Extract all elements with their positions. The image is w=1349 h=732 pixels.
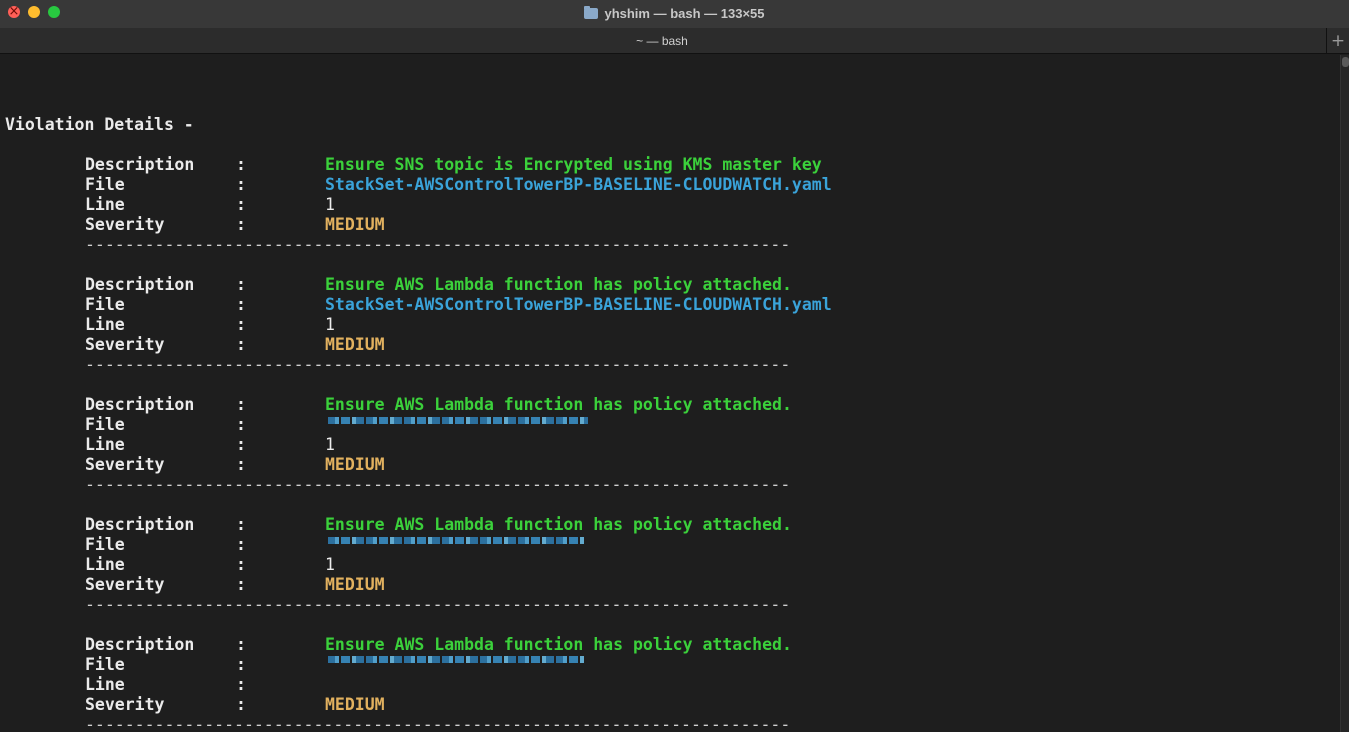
minimize-window-button[interactable] bbox=[28, 6, 40, 18]
severity-label: Severity bbox=[85, 455, 165, 474]
severity-value: MEDIUM bbox=[325, 695, 385, 714]
description-value: Ensure AWS Lambda function has policy at… bbox=[325, 395, 792, 414]
severity-value: MEDIUM bbox=[325, 335, 385, 354]
colon: : bbox=[236, 435, 246, 454]
severity-value: MEDIUM bbox=[325, 575, 385, 594]
file-label: File bbox=[85, 175, 125, 194]
colon: : bbox=[236, 215, 246, 234]
violation-entry: Description : Ensure AWS Lambda function… bbox=[0, 395, 1340, 515]
severity-label: Severity bbox=[85, 575, 165, 594]
window-title: yhshim — bash — 133×55 bbox=[0, 0, 1349, 26]
file-label: File bbox=[85, 535, 125, 554]
description-label: Description bbox=[85, 275, 195, 294]
file-value: StackSet-AWSControlTowerBP-BASELINE-CLOU… bbox=[325, 295, 832, 314]
violation-entry: Description : Ensure AWS Lambda function… bbox=[0, 275, 1340, 395]
colon: : bbox=[236, 535, 246, 554]
separator-line: ----------------------------------------… bbox=[85, 715, 791, 732]
colon: : bbox=[236, 515, 246, 534]
colon: : bbox=[236, 455, 246, 474]
colon: : bbox=[236, 295, 246, 314]
severity-value: MEDIUM bbox=[325, 215, 385, 234]
colon: : bbox=[236, 555, 246, 574]
scrollbar-thumb[interactable] bbox=[1342, 57, 1349, 67]
tab-label: ~ — bash bbox=[636, 33, 688, 48]
colon: : bbox=[236, 175, 246, 194]
colon: : bbox=[236, 575, 246, 594]
redacted-file-value bbox=[328, 417, 588, 424]
description-label: Description bbox=[85, 635, 195, 654]
colon: : bbox=[236, 195, 246, 214]
colon: : bbox=[236, 335, 246, 354]
colon: : bbox=[236, 675, 246, 694]
window-title-text: yhshim — bash — 133×55 bbox=[604, 5, 765, 21]
line-label: Line bbox=[85, 555, 125, 574]
description-value: Ensure AWS Lambda function has policy at… bbox=[325, 275, 792, 294]
close-window-button[interactable] bbox=[8, 3, 20, 20]
separator-line: ----------------------------------------… bbox=[85, 595, 791, 614]
colon: : bbox=[236, 415, 246, 434]
description-label: Description bbox=[85, 515, 195, 534]
description-label: Description bbox=[85, 155, 195, 174]
line-value: 1 bbox=[325, 315, 335, 334]
redacted-file-value bbox=[328, 537, 584, 544]
description-value: Ensure AWS Lambda function has policy at… bbox=[325, 515, 792, 534]
violation-entry: Description : Ensure AWS Lambda function… bbox=[0, 635, 1340, 732]
severity-label: Severity bbox=[85, 335, 165, 354]
description-value: Ensure SNS topic is Encrypted using KMS … bbox=[325, 155, 822, 174]
colon: : bbox=[236, 315, 246, 334]
line-label: Line bbox=[85, 195, 125, 214]
line-label: Line bbox=[85, 315, 125, 334]
colon: : bbox=[236, 635, 246, 654]
description-value: Ensure AWS Lambda function has policy at… bbox=[325, 635, 792, 654]
violation-entry: Description : Ensure SNS topic is Encryp… bbox=[0, 155, 1340, 275]
terminal-output[interactable]: Violation Details - Description : Ensure… bbox=[0, 55, 1340, 732]
line-value: 1 bbox=[325, 195, 335, 214]
folder-icon bbox=[584, 5, 599, 19]
file-value: StackSet-AWSControlTowerBP-BASELINE-CLOU… bbox=[325, 175, 832, 194]
file-label: File bbox=[85, 655, 125, 674]
file-label: File bbox=[85, 415, 125, 434]
colon: : bbox=[236, 155, 246, 174]
terminal-scrollbar[interactable] bbox=[1340, 55, 1349, 732]
severity-label: Severity bbox=[85, 215, 165, 234]
file-label: File bbox=[85, 295, 125, 314]
severity-label: Severity bbox=[85, 695, 165, 714]
colon: : bbox=[236, 695, 246, 714]
line-value: 1 bbox=[325, 555, 335, 574]
window-title-bar: yhshim — bash — 133×55 bbox=[0, 0, 1349, 28]
zoom-window-button[interactable] bbox=[48, 6, 60, 18]
redacted-file-value bbox=[328, 656, 584, 663]
tab-bash[interactable]: ~ — bash bbox=[0, 28, 1324, 53]
violation-details-heading: Violation Details - bbox=[5, 115, 194, 134]
separator-line: ----------------------------------------… bbox=[85, 355, 791, 374]
violation-entry: Description : Ensure AWS Lambda function… bbox=[0, 515, 1340, 635]
colon: : bbox=[236, 655, 246, 674]
description-label: Description bbox=[85, 395, 195, 414]
line-label: Line bbox=[85, 675, 125, 694]
severity-value: MEDIUM bbox=[325, 455, 385, 474]
new-tab-button[interactable]: + bbox=[1326, 28, 1349, 53]
tab-bar: ~ — bash + bbox=[0, 28, 1349, 54]
colon: : bbox=[236, 395, 246, 414]
separator-line: ----------------------------------------… bbox=[85, 235, 791, 254]
line-value: 1 bbox=[325, 435, 335, 454]
colon: : bbox=[236, 275, 246, 294]
separator-line: ----------------------------------------… bbox=[85, 475, 791, 494]
line-label: Line bbox=[85, 435, 125, 454]
